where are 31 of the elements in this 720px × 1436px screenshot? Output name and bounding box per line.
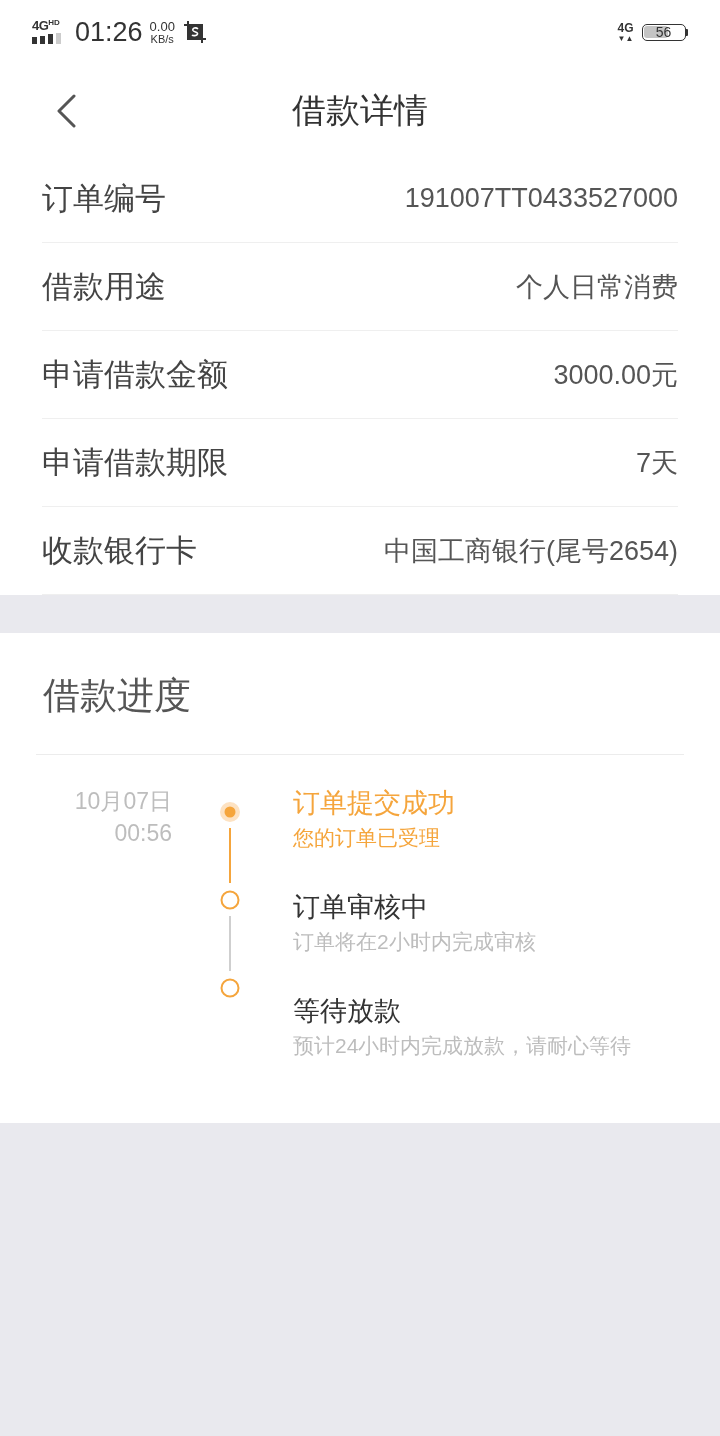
network-type-label: 4G — [32, 18, 49, 32]
back-icon[interactable] — [56, 94, 76, 128]
step-title: 订单提交成功 — [293, 787, 455, 819]
step-description: 您的订单已受理 — [293, 825, 440, 851]
detail-value: 中国工商银行(尾号2654) — [383, 534, 678, 568]
network-speed-unit: KB/s — [150, 32, 174, 45]
detail-value: 191007TT0433527000 — [404, 183, 678, 214]
detail-value: 7天 — [635, 446, 678, 480]
step-description: 预计24小时内完成放款，请耐心等待 — [293, 1033, 632, 1059]
detail-value: 3000.00元 — [553, 358, 678, 392]
network-speed-value: 0.00 — [149, 19, 175, 33]
step-time: 00:56 — [114, 819, 172, 848]
step-title: 订单审核中 — [293, 891, 428, 923]
step-date: 10月07日 — [74, 787, 172, 815]
step-description: 订单将在2小时内完成审核 — [293, 929, 536, 955]
detail-label: 借款用途 — [42, 267, 166, 306]
hd-label: HD — [48, 18, 60, 27]
detail-label: 订单编号 — [42, 179, 166, 218]
data-activity-arrows: ▼▲ — [617, 33, 634, 43]
battery-percent: 56 — [655, 25, 672, 39]
page-title: 借款详情 — [292, 89, 428, 131]
detail-value: 个人日常消费 — [516, 270, 678, 304]
clock-time: 01:26 — [75, 17, 143, 47]
detail-label: 收款银行卡 — [42, 531, 197, 570]
step-title: 等待放款 — [293, 995, 401, 1027]
data-type-label: 4G — [617, 21, 634, 34]
section-title: 借款进度 — [43, 674, 191, 718]
signal-bars-icon — [32, 32, 62, 44]
detail-label: 申请借款期限 — [42, 443, 228, 482]
crop-frame-icon — [183, 21, 206, 43]
detail-label: 申请借款金额 — [42, 355, 228, 394]
